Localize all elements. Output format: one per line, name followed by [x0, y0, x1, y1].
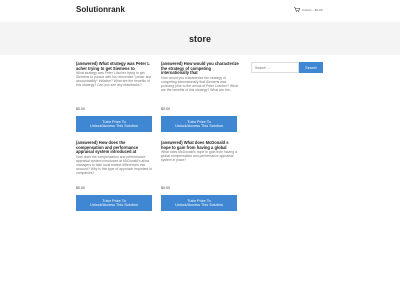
unlock-solution-button[interactable]: Tutor Prize To Unlock/Access This Soluti… — [76, 195, 152, 211]
product-card: (answered) What does McDonald s hope to … — [161, 140, 239, 163]
product-card: (answered) How does the compensation and… — [76, 140, 154, 176]
header-cart[interactable]: 0 items – $0.00 — [294, 7, 323, 12]
product-excerpt: How does the compensation and performanc… — [76, 155, 153, 175]
site-logo[interactable]: Solutionrank — [76, 5, 125, 14]
product-price: $0.00 — [161, 186, 170, 190]
product-excerpt: What strategy was Peter Löscher trying t… — [76, 71, 152, 88]
cart-summary: 0 items – $0.00 — [302, 7, 323, 12]
product-title[interactable]: (answered) What strategy was Peter L ach… — [76, 61, 154, 71]
product-title[interactable]: (answered) How would you characterize th… — [161, 61, 239, 76]
product-excerpt: What does McDonald's hope to gain from h… — [161, 150, 237, 163]
search-button[interactable]: Search — [299, 62, 323, 73]
product-title[interactable]: (answered) How does the compensation and… — [76, 140, 154, 155]
product-price: $0.00 — [161, 107, 170, 111]
search-input[interactable] — [251, 62, 299, 73]
product-card: (answered) How would you characterize th… — [161, 61, 239, 93]
product-title[interactable]: (answered) What does McDonald s hope to … — [161, 140, 239, 150]
product-price: $0.00 — [76, 186, 85, 190]
search-form: Search — [251, 62, 323, 73]
site-header: Solutionrank 0 items – $0.00 — [0, 0, 400, 22]
page-title: store — [188, 34, 211, 44]
unlock-solution-button[interactable]: Tutor Prize To Unlock/Access This Soluti… — [161, 195, 237, 211]
product-price: $0.00 — [76, 107, 85, 111]
product-card: (answered) What strategy was Peter L ach… — [76, 61, 154, 88]
unlock-solution-button[interactable]: Tutor Prize To Unlock/Access This Soluti… — [161, 116, 237, 132]
product-excerpt: How would you characterize the strategy … — [161, 76, 238, 92]
cart-icon — [294, 7, 300, 12]
unlock-solution-button[interactable]: Tutor Prize To Unlock/Access This Soluti… — [76, 116, 152, 132]
